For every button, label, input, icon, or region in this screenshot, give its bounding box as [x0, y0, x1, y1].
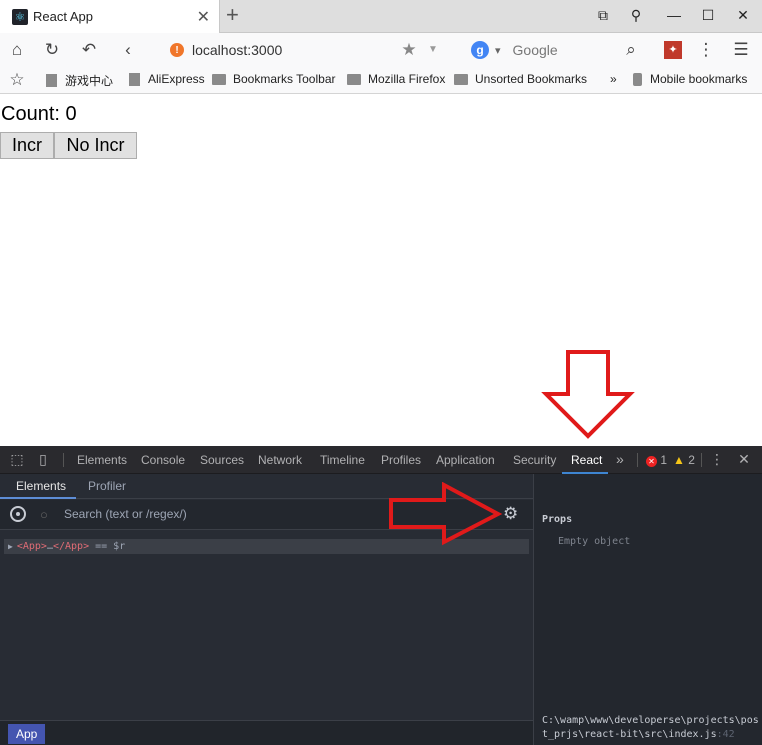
chevron-down-icon[interactable]: ▼: [422, 39, 444, 61]
bookmark-label: Mobile bookmarks: [650, 72, 748, 86]
warning-count: 2: [688, 453, 695, 467]
bookmarks-bar: ☆ 游戏中心 AliExpress Bookmarks Toolbar Mozi…: [0, 67, 762, 94]
device-toolbar-icon[interactable]: ▯: [34, 451, 52, 468]
component-tree: ▶ <App> … </App> == $r: [0, 531, 533, 720]
tab-application[interactable]: Application: [436, 453, 495, 467]
subtab-profiler[interactable]: Profiler: [88, 479, 126, 493]
toolbar-divider: [637, 453, 638, 467]
toolbar-divider: [701, 453, 702, 467]
react-favicon-icon: ⚛: [12, 8, 28, 25]
tab-timeline[interactable]: Timeline: [320, 453, 365, 467]
search-placeholder: Google: [512, 42, 558, 58]
bookmark-label: Mozilla Firefox: [368, 72, 446, 86]
extension-icon[interactable]: ✦: [664, 41, 682, 59]
error-icon: ✕: [646, 456, 657, 467]
undo-icon[interactable]: ↶: [78, 39, 100, 61]
bookmark-label: Unsorted Bookmarks: [475, 72, 588, 86]
page-icon: [46, 74, 57, 87]
close-window-button[interactable]: ✕: [733, 7, 753, 24]
search-engine-dropdown-icon[interactable]: ▾: [495, 44, 501, 57]
settings-gear-icon[interactable]: ⚙: [503, 504, 518, 524]
bookmark-label: AliExpress: [148, 72, 205, 86]
tab-network[interactable]: Network: [258, 453, 302, 467]
bookmark-label: 游戏中心: [65, 74, 114, 88]
bookmark-item[interactable]: 游戏中心: [46, 72, 113, 89]
devtools-close-icon[interactable]: ✕: [735, 451, 753, 468]
bookmark-label: Bookmarks Toolbar: [233, 72, 336, 86]
folder-icon: [454, 73, 468, 85]
insecure-warning-icon[interactable]: !: [170, 43, 184, 57]
tab-console[interactable]: Console: [141, 453, 185, 467]
tree-selected-ref: == $r: [89, 541, 126, 552]
tab-bar: ⚛ React App ✕ + ⧉ ⚲ — ☐ ✕: [0, 0, 762, 33]
active-subtab-indicator: [0, 497, 76, 499]
back-icon[interactable]: ‹: [117, 39, 139, 61]
tab-react[interactable]: React: [571, 453, 602, 467]
props-title: Props: [542, 514, 573, 525]
hamburger-menu-icon[interactable]: ☰: [730, 39, 752, 61]
subtab-elements[interactable]: Elements: [16, 479, 66, 493]
home-icon[interactable]: ⌂: [6, 39, 28, 61]
devtools-menu-icon[interactable]: ⋮: [708, 451, 726, 468]
error-counter[interactable]: ✕ 1: [646, 453, 667, 467]
annotation-arrow-down: [541, 350, 635, 439]
tree-close-tag: </App>: [52, 541, 90, 552]
inspect-element-icon[interactable]: ⬚: [8, 451, 26, 468]
tab-close-icon[interactable]: ✕: [197, 7, 210, 27]
mobile-icon: [633, 72, 642, 86]
navigation-bar: ⌂ ↻ ↶ ‹ ! localhost:3000 ★ ▼ g ▾ Google …: [0, 33, 762, 67]
incr-button[interactable]: Incr: [0, 132, 54, 159]
bookmark-folder[interactable]: Mobile bookmarks: [633, 72, 747, 86]
kebab-menu-icon[interactable]: ⋮: [695, 39, 717, 61]
tab-elements[interactable]: Elements: [77, 453, 127, 467]
expand-caret-icon[interactable]: ▶: [8, 542, 13, 551]
count-text: Count: 0: [1, 103, 77, 125]
breadcrumb-app[interactable]: App: [8, 724, 46, 744]
component-search-input[interactable]: Search (text or /regex/): [64, 507, 187, 521]
page-icon: [129, 72, 140, 86]
new-tab-button[interactable]: +: [226, 4, 239, 26]
maximize-button[interactable]: ☐: [698, 7, 718, 24]
warning-counter[interactable]: ▲ 2: [673, 453, 695, 467]
tab-title: React App: [33, 9, 93, 24]
tree-open-tag: <App>: [16, 541, 47, 552]
pin-icon[interactable]: ⚲: [626, 7, 646, 24]
star-icon[interactable]: ★: [398, 39, 420, 61]
props-empty-text: Empty object: [558, 536, 631, 547]
source-path[interactable]: C:\wamp\www\developerse\projects\post_pr…: [542, 714, 760, 742]
search-icon: ○: [40, 507, 48, 522]
tab-security[interactable]: Security: [513, 453, 556, 467]
props-sidepane: Props Empty object C:\wamp\www\developer…: [533, 474, 762, 745]
no-incr-button[interactable]: No Incr: [54, 132, 137, 159]
bookmark-folder[interactable]: Mozilla Firefox: [347, 72, 445, 86]
more-tabs-button[interactable]: »: [616, 451, 624, 467]
bookmark-item[interactable]: AliExpress: [129, 72, 205, 86]
devtools-toolbar: ⬚ ▯ Elements Console Sources Network Tim…: [0, 446, 762, 474]
page-content: Count: 0 Incr No Incr: [0, 95, 762, 446]
tab-profiles[interactable]: Profiles: [381, 453, 421, 467]
search-icon[interactable]: ⌕: [620, 39, 642, 61]
minimize-button[interactable]: —: [664, 7, 684, 23]
select-component-icon[interactable]: [10, 506, 26, 522]
search-engine-icon[interactable]: g: [471, 41, 489, 59]
toolbar-divider: [63, 453, 64, 467]
bookmark-star-icon[interactable]: ☆: [6, 69, 28, 91]
browser-tab[interactable]: ⚛ React App ✕: [0, 0, 220, 33]
restore-tabs-icon[interactable]: ⧉: [593, 7, 613, 24]
error-count: 1: [660, 453, 668, 467]
annotation-arrow-right: [389, 482, 503, 546]
url-text[interactable]: localhost:3000: [192, 42, 282, 58]
react-devtools-pane: Elements Profiler ○ Search (text or /reg…: [0, 474, 762, 745]
folder-icon: [212, 73, 226, 85]
tab-sources[interactable]: Sources: [200, 453, 244, 467]
source-line: :42: [716, 729, 735, 740]
warning-icon: ▲: [673, 453, 685, 467]
breadcrumb-bar: App: [0, 720, 533, 745]
bookmark-folder[interactable]: Bookmarks Toolbar: [212, 72, 336, 86]
bookmarks-overflow-button[interactable]: »: [610, 72, 617, 86]
bookmark-folder[interactable]: Unsorted Bookmarks: [454, 72, 587, 86]
devtools-panel: ⬚ ▯ Elements Console Sources Network Tim…: [0, 446, 762, 745]
reload-icon[interactable]: ↻: [41, 39, 63, 61]
folder-icon: [347, 73, 361, 85]
